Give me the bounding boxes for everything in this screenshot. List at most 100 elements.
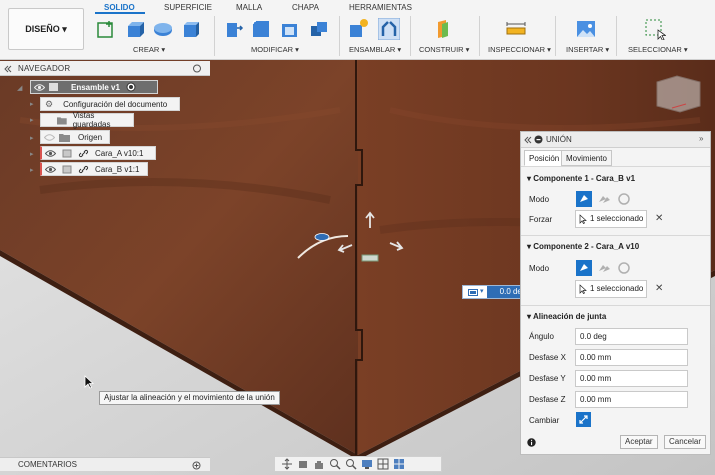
nav-item-document-settings[interactable]: ⚙ Configuración del documento — [40, 97, 180, 111]
offset-x-label: Desfase X — [529, 353, 566, 362]
eye-icon[interactable] — [34, 83, 45, 92]
mode-simple-icon[interactable] — [576, 260, 592, 276]
offset-plane-icon[interactable] — [432, 18, 454, 40]
section-component-2[interactable]: ▾ Componente 2 - Cara_A v10 — [527, 242, 639, 251]
zoom-icon[interactable] — [329, 458, 341, 470]
stop-icon — [534, 135, 543, 144]
measure-icon[interactable] — [505, 18, 527, 40]
nav-item-label: Cara_A v10:1 — [95, 148, 144, 158]
fillet-icon[interactable] — [250, 18, 272, 40]
mode-between-icon[interactable] — [596, 260, 612, 276]
combine-icon[interactable] — [308, 18, 330, 40]
mouse-cursor-icon — [84, 375, 94, 389]
mode-hole-icon[interactable] — [616, 191, 632, 207]
clear-selection-icon[interactable]: ✕ — [655, 213, 663, 224]
group-crear[interactable]: CREAR ▾ — [133, 45, 165, 54]
box-icon[interactable] — [180, 18, 202, 40]
section-joint-alignment[interactable]: ▾ Alineación de junta — [527, 312, 606, 321]
nav-item-cara-a[interactable]: Cara_A v10:1 — [40, 146, 156, 160]
clear-selection-icon[interactable]: ✕ — [655, 283, 663, 294]
group-construir[interactable]: CONSTRUIR ▾ — [419, 45, 469, 54]
divider — [339, 16, 340, 56]
ok-button[interactable]: Aceptar — [620, 435, 658, 449]
offset-z-field[interactable]: 0.00 mm — [575, 391, 688, 408]
group-insertar[interactable]: INSERTAR ▾ — [566, 45, 609, 54]
nav-item-saved-views[interactable]: Vistas guardadas — [40, 111, 134, 129]
link-icon — [78, 165, 89, 173]
pan-icon[interactable] — [313, 458, 325, 470]
mode-between-icon[interactable] — [596, 191, 612, 207]
dialog-title-bar[interactable]: UNIÓN » — [521, 132, 710, 148]
eye-hidden-icon[interactable] — [44, 133, 55, 142]
revolve-icon[interactable] — [152, 18, 174, 40]
expand-arrow-icon[interactable]: ▸ — [30, 134, 34, 142]
eye-icon[interactable] — [45, 149, 56, 158]
workspace-dropdown[interactable]: DISEÑO ▾ — [8, 8, 84, 50]
nav-item-cara-b[interactable]: Cara_B v1:1 — [40, 162, 148, 176]
group-seleccionar[interactable]: SELECCIONAR ▾ — [628, 45, 688, 54]
tab-motion[interactable]: Movimiento — [561, 150, 612, 166]
insert-image-icon[interactable] — [575, 18, 597, 40]
tab-solido[interactable]: SOLIDO — [104, 3, 135, 12]
viewports-icon[interactable] — [393, 458, 405, 470]
add-circle-icon[interactable] — [192, 461, 201, 470]
joint-icon[interactable] — [378, 18, 400, 40]
group-ensamblar[interactable]: ENSAMBLAR ▾ — [349, 45, 401, 54]
section-title: Alineación de junta — [532, 312, 607, 321]
mode-hole-icon[interactable] — [616, 260, 632, 276]
collapse-icon[interactable] — [524, 136, 532, 144]
navigator-header[interactable]: NAVEGADOR — [0, 61, 210, 76]
extrude-icon[interactable] — [124, 18, 146, 40]
component2-selection[interactable]: 1 seleccionado — [575, 280, 647, 298]
orbit-icon[interactable] — [281, 458, 293, 470]
look-at-icon[interactable] — [297, 458, 309, 470]
new-component-icon[interactable] — [347, 18, 369, 40]
expand-arrow-icon[interactable]: ▸ — [30, 100, 34, 108]
tab-herramientas[interactable]: HERRAMIENTAS — [349, 3, 412, 12]
active-tab-indicator — [95, 12, 145, 14]
create-sketch-icon[interactable] — [95, 18, 117, 40]
nav-item-origin[interactable]: Origen — [40, 130, 110, 144]
expand-arrow-icon[interactable]: ▸ — [30, 150, 34, 158]
grid-settings-icon[interactable] — [377, 458, 389, 470]
nav-root-assembly[interactable]: Ensamble v1 — [30, 80, 158, 94]
divider — [214, 16, 215, 56]
nav-item-label: Configuración del documento — [63, 99, 168, 109]
select-window-icon[interactable] — [644, 18, 666, 40]
folder-icon — [59, 133, 70, 142]
component1-selection[interactable]: 1 seleccionado — [575, 210, 647, 228]
circle-icon[interactable] — [192, 64, 202, 73]
offset-x-field[interactable]: 0.00 mm — [575, 349, 688, 366]
collapse-icon[interactable] — [4, 65, 12, 73]
comments-bar[interactable]: COMENTARIOS — [0, 457, 210, 471]
info-icon[interactable] — [527, 438, 536, 447]
mode-simple-icon[interactable] — [576, 191, 592, 207]
flip-icon[interactable] — [576, 412, 591, 427]
shell-icon[interactable] — [279, 18, 301, 40]
section-component-1[interactable]: ▾ Componente 1 - Cara_B v1 — [527, 174, 635, 183]
group-inspeccionar[interactable]: INSPECCIONAR ▾ — [488, 45, 551, 54]
cancel-button[interactable]: Cancelar — [664, 435, 707, 449]
link-icon — [78, 149, 89, 157]
angle-field[interactable]: 0.0 deg — [575, 328, 688, 345]
divider — [555, 16, 556, 56]
group-modificar[interactable]: MODIFICAR ▾ — [251, 45, 299, 54]
expand-icon[interactable]: » — [699, 134, 703, 143]
nav-item-label: Origen — [78, 132, 103, 142]
input-type-icon[interactable] — [468, 288, 478, 297]
expand-arrow-icon[interactable]: ▸ — [30, 166, 34, 174]
activate-radio-icon[interactable] — [126, 82, 136, 92]
divider — [410, 16, 411, 56]
tab-superficie[interactable]: SUPERFICIE — [164, 3, 212, 12]
tab-chapa[interactable]: CHAPA — [292, 3, 319, 12]
chevron-down-icon[interactable]: ▾ — [480, 287, 484, 295]
press-pull-icon[interactable] — [222, 18, 244, 40]
fit-icon[interactable] — [345, 458, 357, 470]
collapse-arrow-icon[interactable]: ◢ — [17, 84, 22, 92]
tab-position[interactable]: Posición — [524, 150, 565, 166]
expand-arrow-icon[interactable]: ▸ — [30, 116, 34, 124]
offset-y-field[interactable]: 0.00 mm — [575, 370, 688, 387]
tab-malla[interactable]: MALLA — [236, 3, 262, 12]
eye-icon[interactable] — [45, 165, 56, 174]
display-settings-icon[interactable] — [361, 458, 373, 470]
